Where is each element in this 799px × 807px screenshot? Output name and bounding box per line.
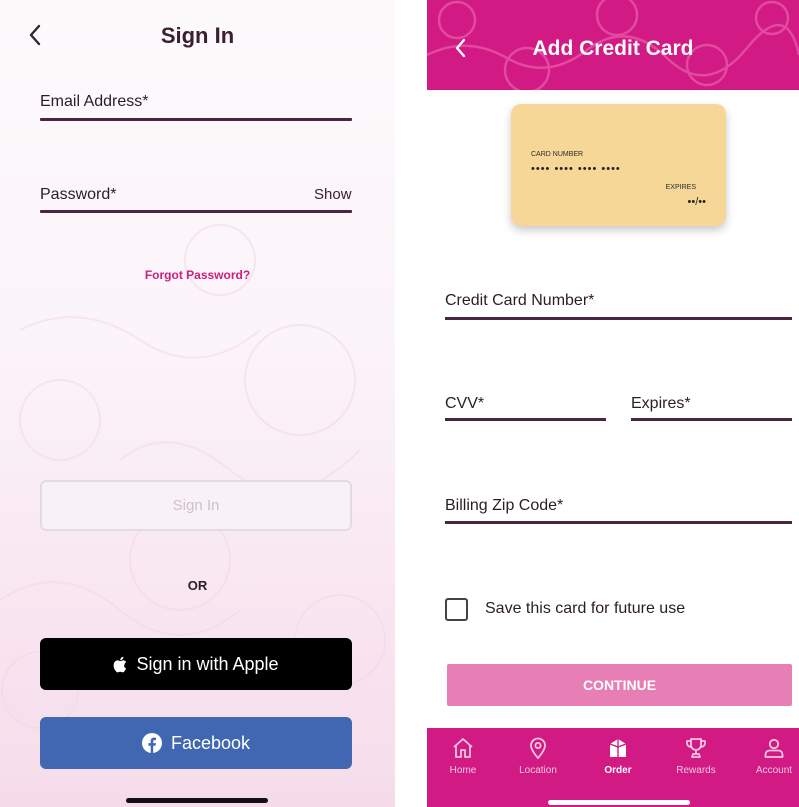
tab-account-label: Account	[755, 765, 793, 776]
save-card-label: Save this card for future use	[485, 600, 686, 617]
continue-button[interactable]: CONTINUE	[447, 664, 792, 706]
add-credit-card-screen: Add Credit Card CARD NUMBER •••• •••• ••…	[427, 0, 799, 807]
order-bag-icon	[609, 739, 627, 757]
facebook-button-label: Facebook	[170, 732, 251, 753]
expires-field[interactable]	[631, 418, 792, 421]
card-number-caption: CARD NUMBER	[531, 151, 584, 158]
email-label: Email Address*	[40, 93, 149, 110]
expires-label: Expires*	[631, 395, 691, 412]
zip-label: Billing Zip Code*	[445, 497, 564, 514]
header-bar: Add Credit Card	[427, 0, 799, 90]
continue-button-label: CONTINUE	[582, 677, 657, 693]
apple-logo-icon	[113, 656, 127, 673]
show-password-toggle[interactable]: Show	[314, 186, 352, 203]
home-icon	[453, 738, 473, 758]
apple-button-label: Sign in with Apple	[136, 653, 279, 674]
card-number-label: Credit Card Number*	[445, 292, 595, 309]
cvv-field[interactable]	[445, 418, 606, 421]
tab-home[interactable]: Home	[427, 728, 499, 788]
tab-account[interactable]: Account	[738, 728, 799, 788]
cvv-label: CVV*	[445, 395, 485, 412]
person-icon	[764, 738, 784, 758]
page-title: Sign In	[160, 23, 235, 48]
trophy-icon	[686, 738, 706, 758]
location-pin-icon	[530, 737, 546, 760]
password-field[interactable]	[40, 210, 352, 213]
card-number-mask: •••• •••• •••• ••••	[531, 163, 621, 175]
tab-location-label: Location	[519, 765, 557, 776]
tab-home-label: Home	[449, 765, 477, 776]
credit-card-preview: CARD NUMBER •••• •••• •••• •••• EXPIRES …	[511, 104, 726, 226]
email-field[interactable]	[40, 118, 352, 121]
password-label: Password*	[40, 186, 117, 203]
card-expires-caption: EXPIRES	[665, 184, 696, 191]
tab-order[interactable]: Order	[582, 728, 654, 788]
tab-order-label: Order	[604, 765, 632, 776]
or-divider: OR	[187, 578, 208, 593]
sign-in-button-label: Sign In	[172, 497, 220, 514]
facebook-login-button[interactable]: Facebook	[40, 717, 352, 769]
sign-in-with-apple-button[interactable]: Sign in with Apple	[40, 638, 352, 690]
card-expires-mask: ••/••	[687, 196, 706, 208]
tab-location[interactable]: Location	[502, 728, 574, 788]
forgot-password-link[interactable]: Forgot Password?	[0, 268, 395, 282]
page-title: Add Credit Card	[532, 37, 694, 60]
zip-field[interactable]	[445, 521, 792, 524]
tab-rewards-label: Rewards	[676, 765, 716, 776]
facebook-logo-icon	[141, 733, 162, 753]
home-indicator	[126, 798, 268, 803]
save-card-checkbox[interactable]	[445, 598, 468, 621]
home-indicator	[548, 800, 690, 805]
sign-in-screen: Sign In Email Address* Password* Show Fo…	[0, 0, 395, 807]
sign-in-button[interactable]: Sign In	[40, 480, 352, 531]
card-number-field[interactable]	[445, 317, 792, 320]
tab-rewards[interactable]: Rewards	[660, 728, 732, 788]
bottom-tab-bar: Home Location Order Rewards Account	[427, 728, 799, 807]
